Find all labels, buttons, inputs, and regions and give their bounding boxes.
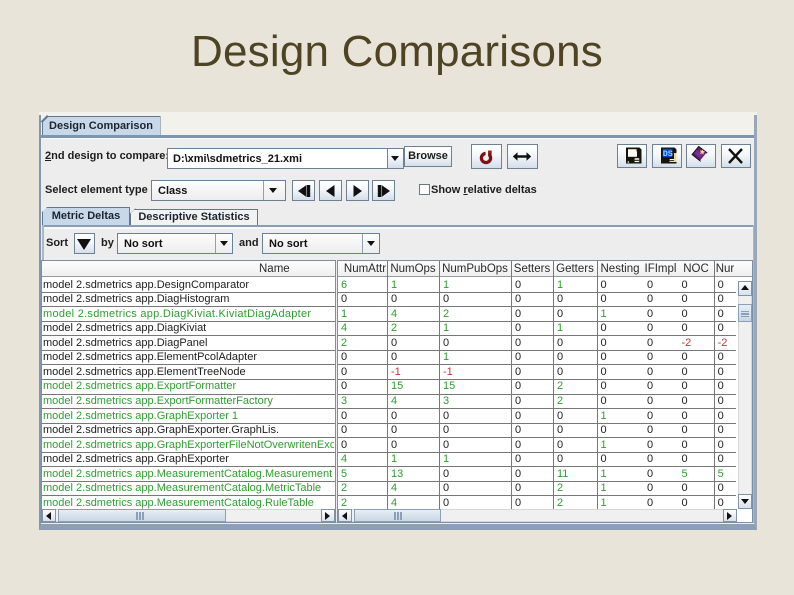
svg-text:DS: DS <box>663 149 673 159</box>
